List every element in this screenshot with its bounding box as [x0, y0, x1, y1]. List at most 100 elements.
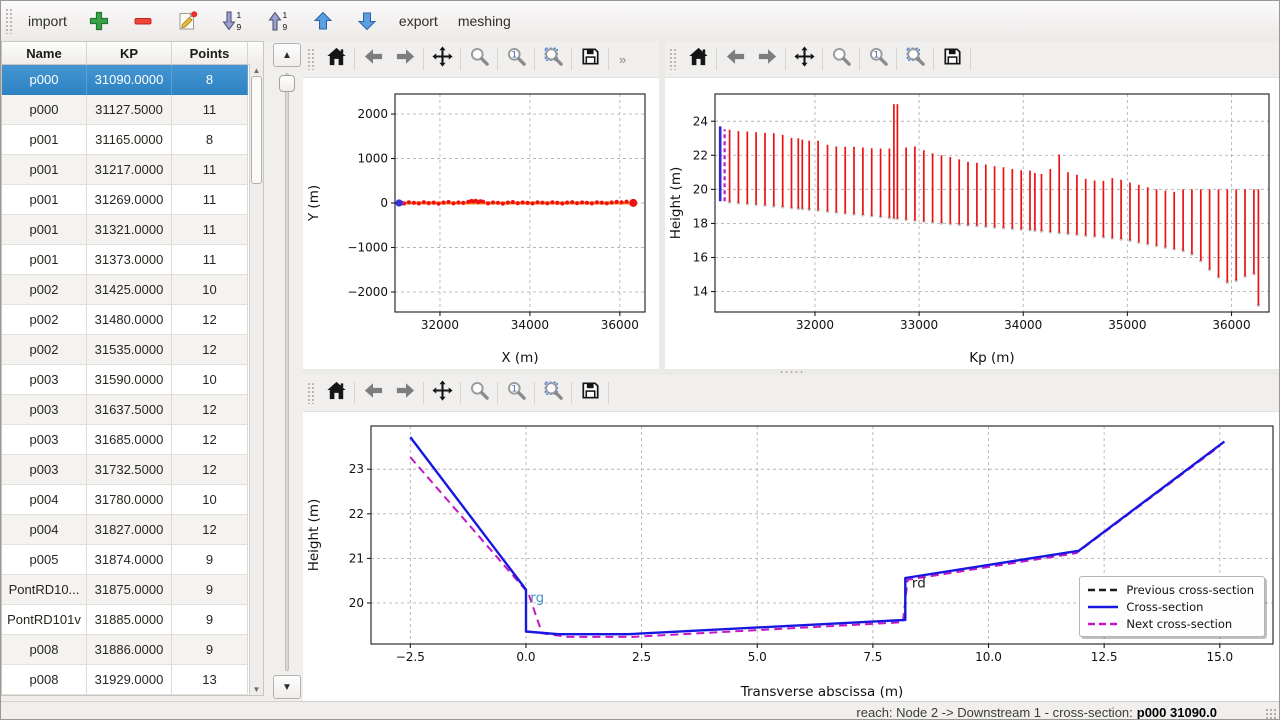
forward-button[interactable] [751, 44, 783, 74]
table-row[interactable]: p00131165.00008 [2, 125, 263, 155]
sort-descending-icon: 19 [219, 9, 245, 33]
table-row[interactable]: p00231535.000012 [2, 335, 263, 365]
pan-button[interactable] [426, 378, 458, 408]
table-row[interactable]: p00331732.500012 [2, 455, 263, 485]
toolbar-drag-handle[interactable] [307, 382, 314, 404]
cross-sections-pane: Name KP Points p00031090.00008p00031127.… [1, 41, 303, 701]
profile-plot-canvas[interactable]: 3200033000340003500036000141618202224Kp … [665, 78, 1280, 370]
cell-kp: 31885.0000 [87, 605, 172, 635]
plan-plot-canvas[interactable]: 320003400036000−2000−1000010002000X (m)Y… [303, 78, 659, 370]
save-icon [579, 379, 602, 407]
svg-text:0.0: 0.0 [516, 650, 535, 664]
scroll-down-arrow[interactable]: ▼ [250, 683, 263, 695]
magnifier-rect-icon [904, 45, 927, 73]
table-row[interactable]: p00531874.00009 [2, 545, 263, 575]
table-row[interactable]: p00431827.000012 [2, 515, 263, 545]
svg-text:rd: rd [912, 575, 926, 591]
arrow-up-icon [311, 9, 335, 33]
forward-button[interactable] [389, 44, 421, 74]
forward-button[interactable] [389, 378, 421, 408]
cell-points: 8 [172, 65, 248, 95]
add-cross-section-button[interactable] [77, 5, 121, 37]
slider-groove[interactable] [285, 73, 289, 671]
sort-ascending-button[interactable]: 19 [255, 5, 301, 37]
magnifier-icon [468, 45, 491, 73]
table-row[interactable]: p00131373.000011 [2, 245, 263, 275]
svg-text:24: 24 [693, 114, 708, 128]
svg-text:36000: 36000 [601, 318, 639, 332]
plots-area: 1 » 320003400036000−2000−1000010002000X (… [303, 41, 1280, 701]
zoom-button[interactable] [463, 44, 495, 74]
zoom-button[interactable] [825, 44, 857, 74]
table-scrollbar-thumb[interactable] [251, 76, 262, 184]
zoom-selection-button[interactable]: 1 [500, 44, 532, 74]
column-header-kp[interactable]: KP [87, 42, 172, 64]
scroll-up-arrow[interactable]: ▲ [250, 64, 263, 76]
table-row[interactable]: p00131217.000011 [2, 155, 263, 185]
home-button[interactable] [320, 44, 352, 74]
table-scrollbar[interactable]: ▲ ▼ [249, 64, 263, 695]
table-row[interactable]: p00131269.000011 [2, 185, 263, 215]
toolbar-separator [571, 48, 572, 70]
zoom-rect-button[interactable] [537, 378, 569, 408]
import-button[interactable]: import [18, 5, 77, 37]
move-down-button[interactable] [345, 5, 389, 37]
slider-down-button[interactable]: ▼ [273, 675, 301, 699]
column-header-points[interactable]: Points [172, 42, 248, 64]
table-row[interactable]: p00831886.00009 [2, 635, 263, 665]
zoom-selection-button[interactable]: 1 [500, 378, 532, 408]
table-row[interactable]: PontRD101v31885.00009 [2, 605, 263, 635]
table-row[interactable]: PontRD10...31875.00009 [2, 575, 263, 605]
zoom-button[interactable] [463, 378, 495, 408]
svg-text:22: 22 [349, 507, 364, 521]
home-button[interactable] [682, 44, 714, 74]
toolbar-drag-handle[interactable] [5, 8, 12, 34]
save-button[interactable] [574, 44, 606, 74]
table-row[interactable]: p00231480.000012 [2, 305, 263, 335]
edit-cross-section-button[interactable] [165, 5, 209, 37]
pan-button[interactable] [426, 44, 458, 74]
svg-text:20: 20 [693, 182, 708, 196]
table-row[interactable]: p00431780.000010 [2, 485, 263, 515]
plot-legend: Previous cross-sectionCross-sectionNext … [1079, 576, 1265, 637]
meshing-button[interactable]: meshing [448, 5, 521, 37]
zoom-selection-button[interactable]: 1 [862, 44, 894, 74]
export-button[interactable]: export [389, 5, 448, 37]
resize-grip[interactable] [1265, 708, 1277, 720]
slider-thumb[interactable] [279, 75, 295, 92]
cell-kp: 31165.0000 [87, 125, 172, 155]
save-button[interactable] [936, 44, 968, 74]
save-button[interactable] [574, 378, 606, 408]
cross-section-plot-canvas[interactable]: −2.50.02.55.07.510.012.515.020212223rgrd… [303, 412, 1280, 704]
back-icon [724, 45, 747, 73]
back-button[interactable] [357, 378, 389, 408]
cell-points: 13 [172, 665, 248, 695]
remove-cross-section-button[interactable] [121, 5, 165, 37]
pan-button[interactable] [788, 44, 820, 74]
back-button[interactable] [357, 44, 389, 74]
zoom-rect-button[interactable] [537, 44, 569, 74]
table-row[interactable]: p00231425.000010 [2, 275, 263, 305]
move-up-button[interactable] [301, 5, 345, 37]
home-button[interactable] [320, 378, 352, 408]
cell-points: 11 [172, 155, 248, 185]
toolbar-drag-handle[interactable] [669, 48, 676, 70]
table-row[interactable]: p00331637.500012 [2, 395, 263, 425]
status-text: reach: Node 2 -> Downstream 1 - cross-se… [856, 705, 1132, 720]
table-row[interactable]: p00031090.00008 [2, 65, 263, 95]
table-row[interactable]: p00031127.500011 [2, 95, 263, 125]
column-header-name[interactable]: Name [2, 42, 87, 64]
cell-kp: 31874.0000 [87, 545, 172, 575]
toolbar-drag-handle[interactable] [307, 48, 314, 70]
slider-up-button[interactable]: ▲ [273, 43, 301, 67]
svg-text:21: 21 [349, 551, 364, 565]
table-row[interactable]: p00331685.000012 [2, 425, 263, 455]
zoom-rect-button[interactable] [899, 44, 931, 74]
sort-descending-button[interactable]: 19 [209, 5, 255, 37]
table-row[interactable]: p00131321.000011 [2, 215, 263, 245]
import-button-label: import [28, 13, 67, 29]
toolbar-overflow-button[interactable]: » [611, 52, 635, 67]
back-button[interactable] [719, 44, 751, 74]
table-row[interactable]: p00831929.000013 [2, 665, 263, 695]
table-row[interactable]: p00331590.000010 [2, 365, 263, 395]
